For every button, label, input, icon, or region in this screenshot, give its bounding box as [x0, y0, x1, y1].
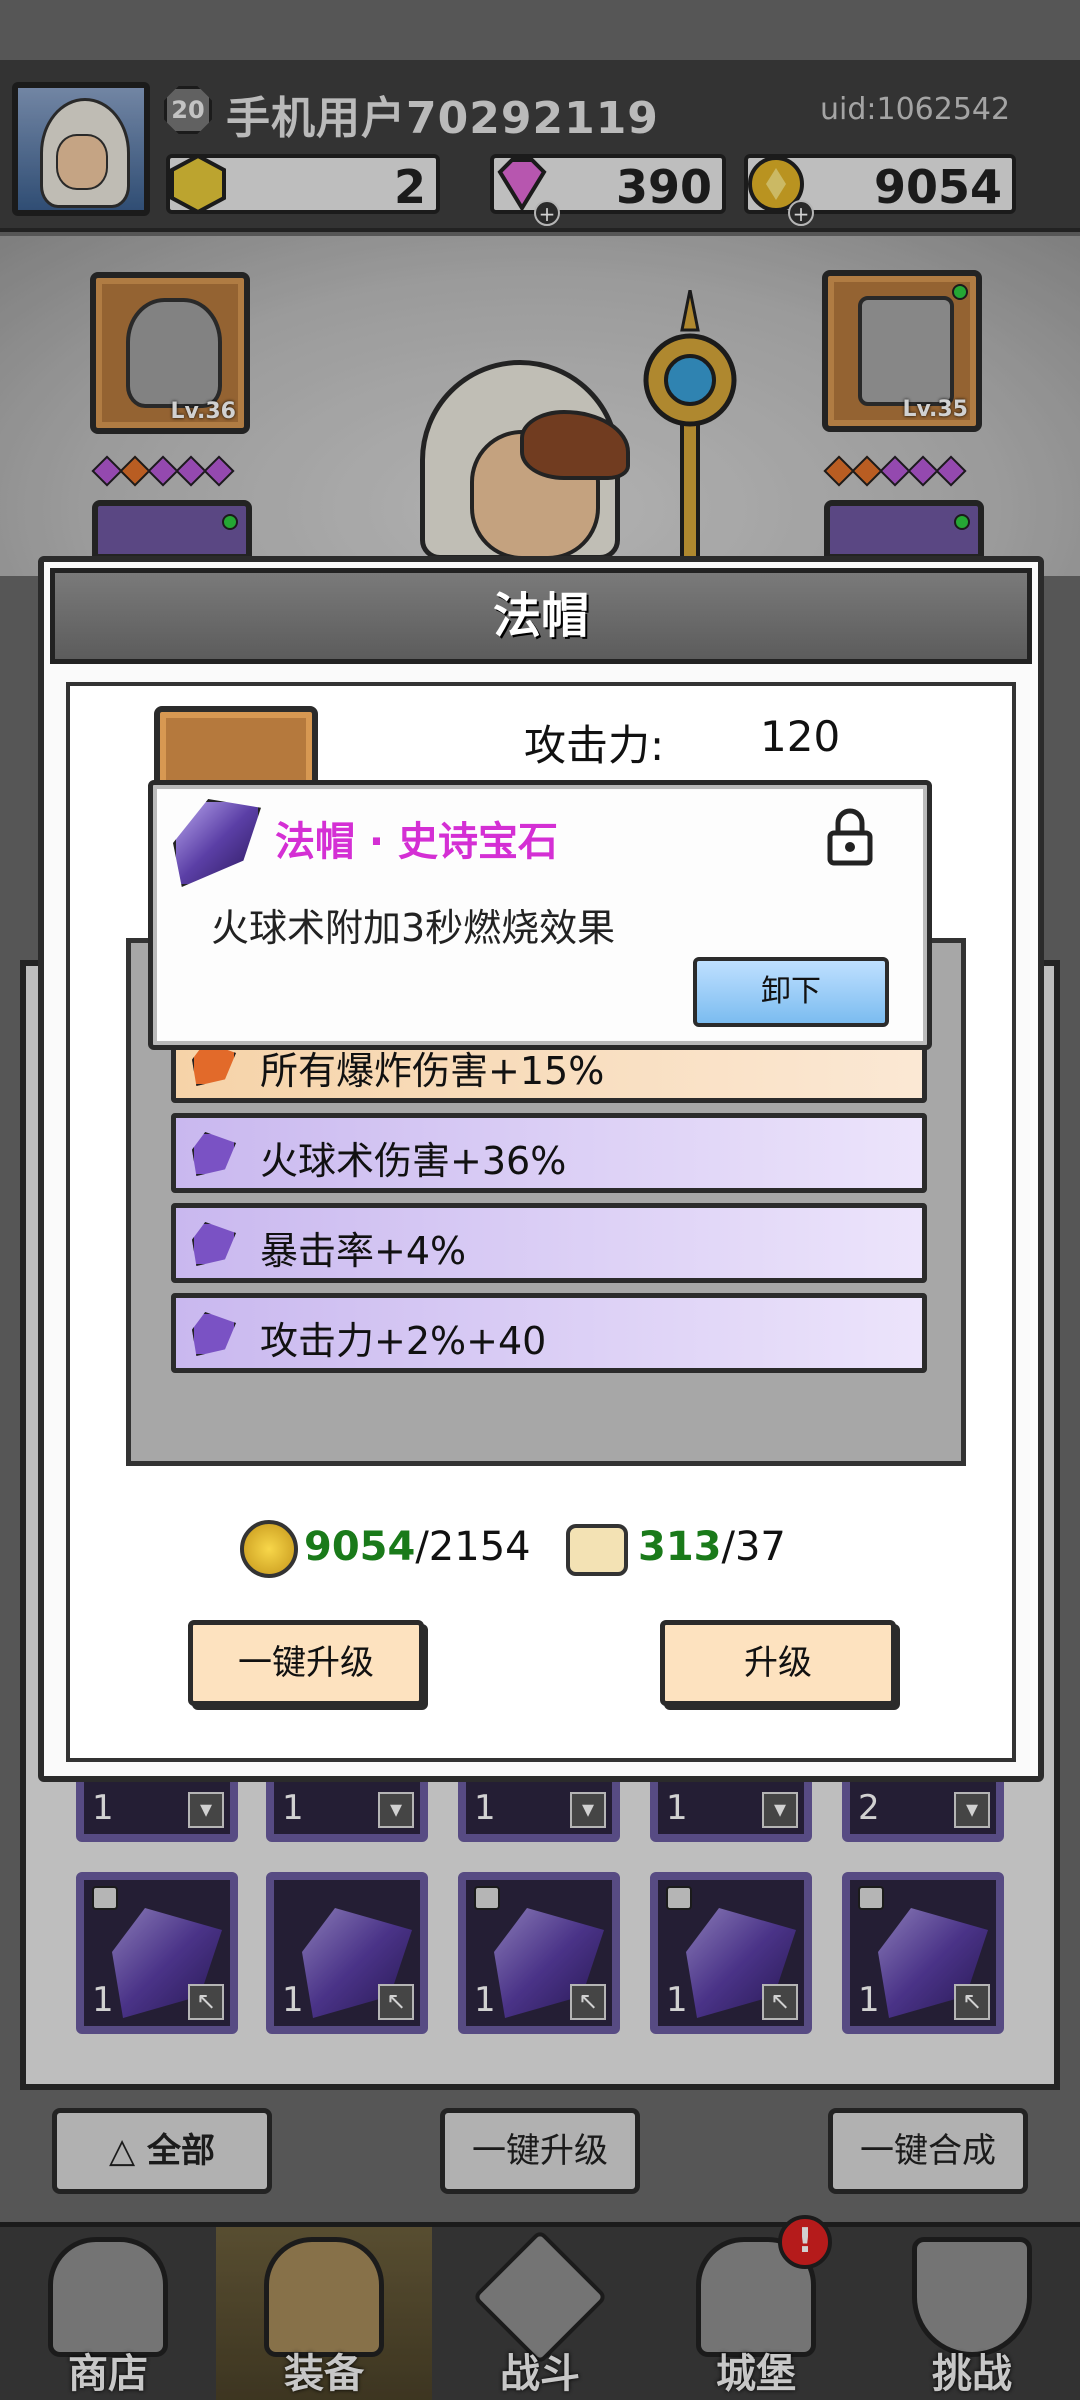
lock-icon[interactable]	[825, 805, 875, 867]
scroll-icon	[566, 1524, 628, 1576]
bonus-text: 攻击力+2%+40	[260, 1319, 547, 1363]
purple-gem-icon	[192, 1222, 236, 1266]
gold-cost: 9054/2154	[304, 1524, 531, 1570]
scroll-cost: 313/37	[638, 1524, 786, 1570]
attack-label: 攻击力:	[524, 721, 665, 770]
attack-value: 120	[760, 712, 841, 761]
gem-detail-popup: 法帽 · 史诗宝石 火球术附加3秒燃烧效果 卸下	[148, 780, 932, 1050]
scroll-have: 313	[638, 1524, 722, 1570]
modal-title: 法帽	[492, 588, 589, 644]
bonus-text: 火球术伤害+36%	[260, 1139, 567, 1183]
modal-title-bar: 法帽	[50, 568, 1032, 664]
bonus-row[interactable]: 暴击率+4%	[171, 1203, 927, 1283]
gem-description: 火球术附加3秒燃烧效果	[211, 906, 616, 950]
upgrade-cost-row: 9054/2154 313/37	[44, 1512, 1050, 1592]
epic-gem-icon	[173, 799, 261, 887]
upgrade-button[interactable]: 升级	[660, 1620, 896, 1706]
gold-coin-icon	[240, 1520, 298, 1578]
one-click-upgrade-button[interactable]: 一键升级	[188, 1620, 424, 1706]
purple-gem-icon	[192, 1132, 236, 1176]
gold-have: 9054	[304, 1524, 416, 1570]
item-detail-modal: 法帽 攻击力: 120 所有爆炸伤害+15% 火球术伤害+36% 暴击率+4% …	[38, 556, 1044, 1782]
purple-gem-icon	[192, 1312, 236, 1356]
gem-title: 法帽 · 史诗宝石	[275, 819, 559, 865]
bonus-row[interactable]: 火球术伤害+36%	[171, 1113, 927, 1193]
bonus-text: 暴击率+4%	[260, 1229, 467, 1273]
bonus-row[interactable]: 攻击力+2%+40	[171, 1293, 927, 1373]
unequip-button[interactable]: 卸下	[693, 957, 889, 1027]
gold-need: /2154	[415, 1524, 531, 1570]
scroll-need: /37	[721, 1524, 786, 1570]
